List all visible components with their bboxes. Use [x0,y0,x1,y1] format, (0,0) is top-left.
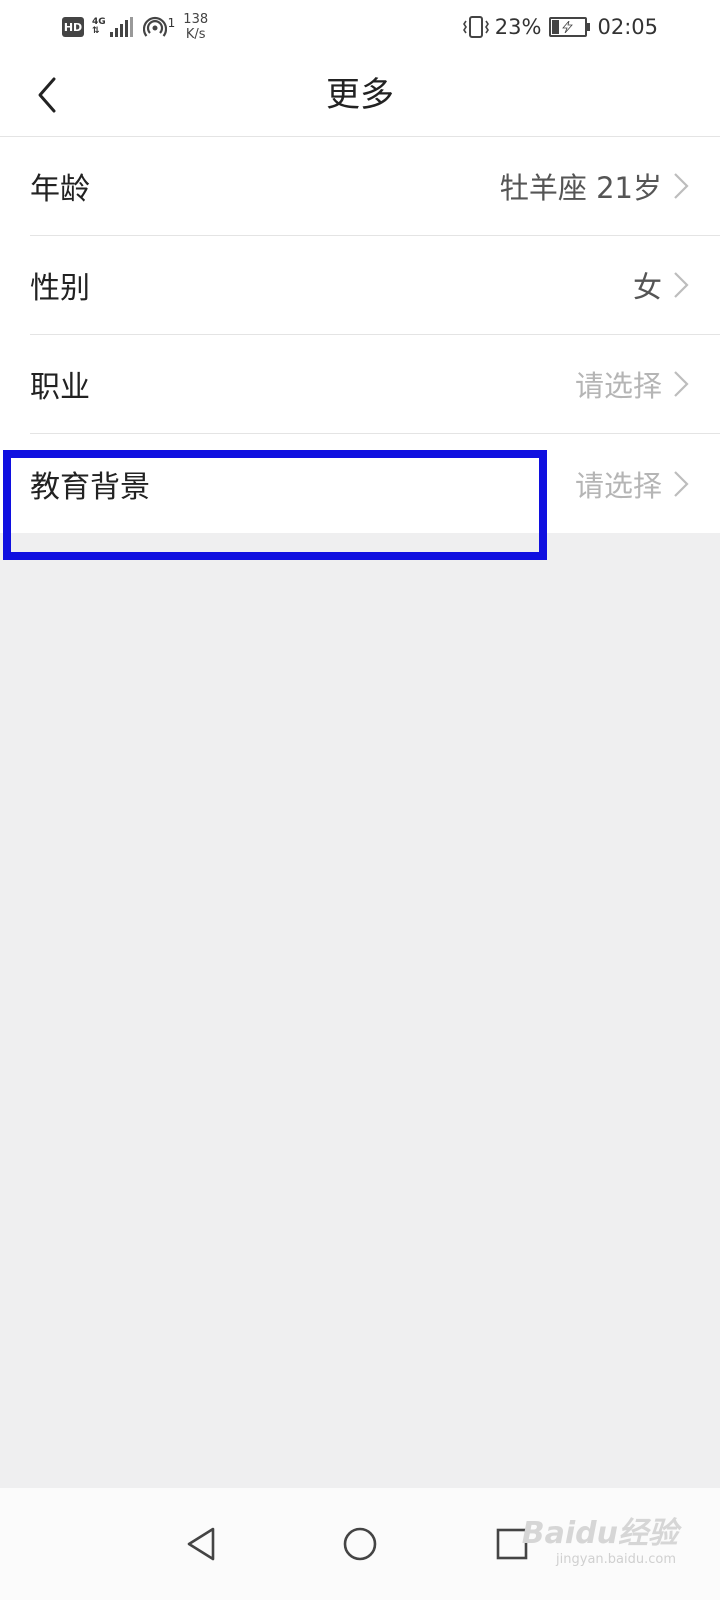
battery-percent: 23% [494,15,542,39]
settings-list: 年龄 牡羊座 21岁 性别 女 职业 请选择 教育背景 请选择 [0,137,720,533]
network-type-icon: 4G ⇅ [92,18,106,36]
settings-row-label: 职业 [30,370,90,405]
page-title: 更多 [326,75,394,115]
settings-row-value: 请选择 [574,468,662,503]
network-speed-unit: K/s [185,27,206,42]
settings-row-education[interactable]: 教育背景 请选择 [30,434,720,533]
settings-row-occupation[interactable]: 职业 请选择 [30,335,720,434]
settings-row-age[interactable]: 年龄 牡羊座 21岁 [30,137,720,236]
hotspot-count: 1 [167,16,176,30]
clock: 02:05 [597,15,658,39]
baidu-watermark: Baidu经验 [521,1516,678,1551]
settings-row-label: 性别 [30,271,90,306]
hd-icon: HD [62,17,84,37]
network-speed: 138 K/s [183,12,208,42]
nav-home-button[interactable] [330,1514,390,1574]
nav-back-button[interactable] [172,1514,232,1574]
data-arrows-icon: ⇅ [92,26,100,36]
vibrate-icon [461,15,491,39]
settings-row-label: 年龄 [30,172,90,207]
settings-row-label: 教育背景 [30,469,150,505]
app-header: 更多 [0,54,720,137]
settings-row-value: 牡羊座 21岁 [499,171,662,205]
baidu-watermark-url: jingyan.baidu.com [556,1552,676,1567]
status-bar: HD 4G ⇅ 1 138 K/s 23% 02:05 [0,0,720,54]
status-bar-right: 23% 02:05 [461,0,658,54]
charging-icon [562,21,574,33]
chevron-right-icon [672,270,690,300]
chevron-right-icon [672,369,690,399]
signal-icon [108,17,133,37]
system-nav-bar: Baidu经验 jingyan.baidu.com [0,1488,720,1600]
circle-home-icon [343,1527,377,1561]
chevron-right-icon [672,171,690,201]
settings-row-value: 女 [632,270,662,304]
battery-icon [549,17,591,37]
hotspot-glyph-icon [142,16,167,37]
battery-level-fill [552,20,560,34]
chevron-right-icon [672,469,690,499]
triangle-back-icon [187,1527,215,1561]
status-bar-left: HD 4G ⇅ 1 138 K/s [62,0,208,54]
network-speed-value: 138 [183,12,209,27]
settings-row-gender[interactable]: 性别 女 [30,236,720,335]
settings-row-value: 请选择 [574,369,662,403]
hotspot-icon: 1 [142,16,176,38]
